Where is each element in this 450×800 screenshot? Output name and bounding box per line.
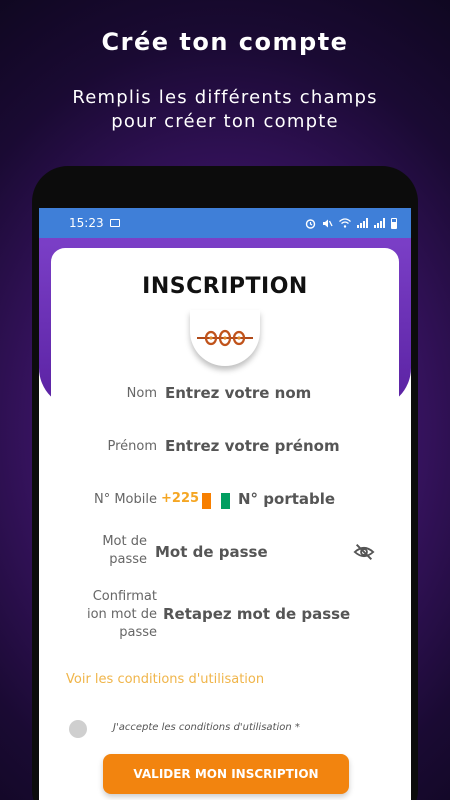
accept-terms-radio[interactable] [69,720,87,738]
wifi-icon [339,218,351,228]
confirm-label: Confirmat ion mot de passe [86,589,157,640]
accept-terms-label: J'accepte les conditions d'utilisation * [113,722,300,733]
terms-link[interactable]: Voir les conditions d'utilisation [66,672,264,687]
signal-icon [374,218,385,228]
password-label: Mot de passe [102,534,147,567]
prenom-input[interactable] [165,434,385,458]
signup-card: INSCRIPTION Nom Prénom N° Mobile +225 [51,248,399,800]
page-title: INSCRIPTION [142,274,308,299]
mute-icon [323,219,333,227]
flag-icon [202,493,230,509]
country-code: +225 [161,491,200,506]
password-input[interactable] [155,540,345,564]
app-logo [190,310,260,366]
battery-icon [391,217,397,229]
status-time: 15:23 [69,216,104,230]
mobile-label: N° Mobile [93,492,157,507]
promo-title: Crée ton compte [101,28,349,56]
eye-slash-icon[interactable] [353,541,375,563]
logo-icon [197,329,253,347]
alarm-icon [305,218,316,229]
phone-screen: 15:23 INSCRIPTION Nom Entrez votre nom P… [39,208,411,800]
nom-input[interactable] [165,381,365,405]
nom-label: Nom [126,386,157,401]
prenom-label: Prénom [107,439,157,454]
mobile-input[interactable] [238,487,378,511]
status-bar: 15:23 [39,208,411,238]
submit-button[interactable]: VALIDER MON INSCRIPTION [103,754,349,794]
image-icon [109,219,120,227]
confirm-password-input[interactable] [163,602,383,626]
promo-subtitle: Remplis les différents champs pour créer… [72,87,378,132]
signal-icon [357,218,368,228]
